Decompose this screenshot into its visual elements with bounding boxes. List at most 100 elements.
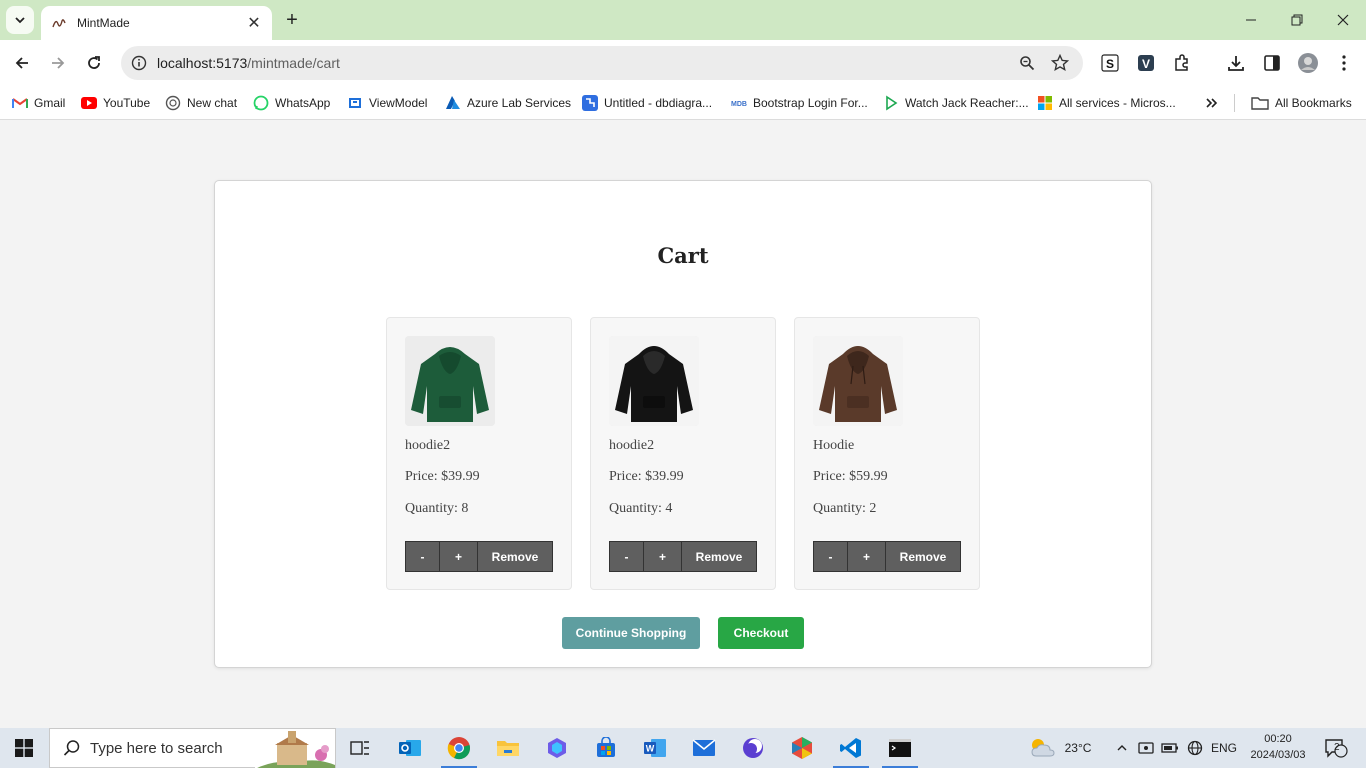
restore-button[interactable] — [1274, 0, 1320, 40]
clock-date: 2024/03/03 — [1250, 749, 1306, 761]
side-panel-icon[interactable] — [1261, 52, 1283, 74]
close-window-button[interactable] — [1320, 0, 1366, 40]
close-icon — [1337, 14, 1349, 26]
profile-avatar-icon[interactable] — [1297, 52, 1319, 74]
youtube-icon — [81, 95, 97, 111]
bookmark-viewmodel[interactable]: ViewModel — [347, 92, 427, 114]
taskbar-mail[interactable] — [680, 728, 728, 768]
checkout-button[interactable]: Checkout — [718, 617, 804, 649]
back-button[interactable] — [8, 49, 36, 77]
bookmark-label: Gmail — [34, 96, 66, 110]
viewmodel-icon — [347, 95, 363, 111]
search-placeholder: Type here to search — [90, 739, 223, 757]
start-button[interactable] — [0, 728, 48, 768]
weather-temperature: 23°C — [1064, 741, 1092, 755]
clock-time: 00:20 — [1264, 733, 1292, 745]
bookmarks-overflow-button[interactable] — [1204, 92, 1226, 114]
address-bar[interactable]: localhost:5173/mintmade/cart — [121, 46, 1083, 80]
browser-tab[interactable]: MintMade ✕ — [41, 6, 272, 40]
taskbar-search[interactable]: Type here to search — [49, 728, 336, 768]
new-tab-button[interactable]: + — [281, 9, 303, 31]
network-indicator[interactable] — [1184, 728, 1206, 768]
taskbar-file-explorer[interactable] — [484, 728, 532, 768]
battery-indicator[interactable] — [1160, 728, 1180, 768]
hoodie-image-icon — [813, 336, 903, 426]
taskbar-vscode[interactable] — [827, 728, 875, 768]
item-quantity: Quantity: 8 — [405, 501, 469, 516]
tray-device-icon[interactable] — [1136, 728, 1156, 768]
remove-item-button[interactable]: Remove — [682, 541, 757, 572]
bookmark-bootstrap-login[interactable]: MDB Bootstrap Login For... — [731, 92, 868, 114]
item-quantity: Quantity: 2 — [813, 501, 877, 516]
taskbar-app-purple[interactable] — [729, 728, 777, 768]
bookmark-star-icon[interactable] — [1050, 53, 1070, 73]
downloads-icon[interactable] — [1225, 52, 1247, 74]
extension-s-icon[interactable]: S — [1099, 52, 1121, 74]
all-bookmarks-label: All Bookmarks — [1275, 96, 1352, 110]
input-language[interactable]: ENG — [1208, 728, 1240, 768]
mintmade-favicon-icon — [51, 15, 67, 31]
tab-search-button[interactable] — [6, 6, 34, 34]
product-image — [609, 336, 699, 426]
tab-title: MintMade — [77, 16, 130, 30]
item-actions: - + Remove — [609, 541, 757, 572]
taskbar-outlook[interactable] — [386, 728, 434, 768]
bookmark-azure-lab[interactable]: Azure Lab Services — [445, 92, 571, 114]
chevron-up-icon — [1117, 745, 1127, 751]
page-title: Cart — [657, 243, 709, 268]
bookmark-label: All services - Micros... — [1059, 96, 1176, 110]
bookmark-gmail[interactable]: Gmail — [12, 92, 65, 114]
increase-quantity-button[interactable]: + — [644, 541, 682, 572]
zoom-icon[interactable] — [1017, 53, 1037, 73]
bookmark-whatsapp[interactable]: WhatsApp — [253, 92, 330, 114]
taskbar-chrome[interactable] — [435, 728, 483, 768]
show-hidden-icons-button[interactable] — [1112, 728, 1132, 768]
url-path: /mintmade/cart — [247, 55, 340, 71]
extensions-puzzle-icon[interactable] — [1171, 52, 1193, 74]
double-chevron-right-icon — [1204, 95, 1220, 111]
continue-shopping-button[interactable]: Continue Shopping — [562, 617, 700, 649]
page-viewport: Cart hoodie2 Price: $39.99 Quantity: 8 -… — [0, 121, 1366, 728]
extension-v-icon[interactable]: V — [1135, 52, 1157, 74]
mail-icon — [692, 739, 716, 756]
remove-item-button[interactable]: Remove — [478, 541, 553, 572]
task-view-button[interactable] — [336, 728, 384, 768]
item-quantity: Quantity: 4 — [609, 501, 673, 516]
close-tab-icon[interactable]: ✕ — [246, 15, 262, 32]
decrease-quantity-button[interactable]: - — [813, 541, 848, 572]
bookmark-jack-reacher[interactable]: Watch Jack Reacher:... — [883, 92, 1029, 114]
bookmark-dbdiagram[interactable]: Untitled - dbdiagra... — [582, 92, 712, 114]
taskbar-app-hexagon[interactable] — [778, 728, 826, 768]
taskbar-terminal[interactable] — [876, 728, 924, 768]
notification-count: 2 — [1334, 742, 1340, 753]
taskbar-clock[interactable]: 00:20 2024/03/03 — [1243, 731, 1313, 763]
minimize-button[interactable] — [1228, 0, 1274, 40]
remove-item-button[interactable]: Remove — [886, 541, 961, 572]
taskbar-store[interactable] — [582, 728, 630, 768]
weather-widget[interactable] — [1026, 728, 1058, 768]
all-bookmarks-button[interactable]: All Bookmarks — [1251, 92, 1352, 114]
cart-item-card: hoodie2 Price: $39.99 Quantity: 8 - + Re… — [386, 317, 572, 590]
action-center-button[interactable]: 2 — [1320, 728, 1352, 768]
moon-app-icon — [743, 738, 763, 758]
taskbar-copilot[interactable] — [533, 728, 581, 768]
taskbar-word[interactable]: W — [631, 728, 679, 768]
vscode-icon — [840, 738, 861, 758]
site-info-icon[interactable] — [129, 53, 149, 73]
azure-icon — [445, 95, 461, 111]
browser-menu-icon[interactable] — [1333, 52, 1355, 74]
reload-button[interactable] — [80, 49, 108, 77]
increase-quantity-button[interactable]: + — [440, 541, 478, 572]
bookmark-youtube[interactable]: YouTube — [81, 92, 150, 114]
hoodie-image-icon — [405, 336, 495, 426]
decrease-quantity-button[interactable]: - — [405, 541, 440, 572]
decrease-quantity-button[interactable]: - — [609, 541, 644, 572]
bookmark-microsoft-services[interactable]: All services - Micros... — [1037, 92, 1176, 114]
increase-quantity-button[interactable]: + — [848, 541, 886, 572]
item-price: Price: $59.99 — [813, 469, 888, 484]
bookmark-new-chat[interactable]: New chat — [165, 92, 237, 114]
item-name: hoodie2 — [405, 438, 451, 453]
item-name: Hoodie — [813, 438, 855, 453]
forward-button[interactable] — [44, 49, 72, 77]
cart-item-card: hoodie2 Price: $39.99 Quantity: 4 - + Re… — [590, 317, 776, 590]
